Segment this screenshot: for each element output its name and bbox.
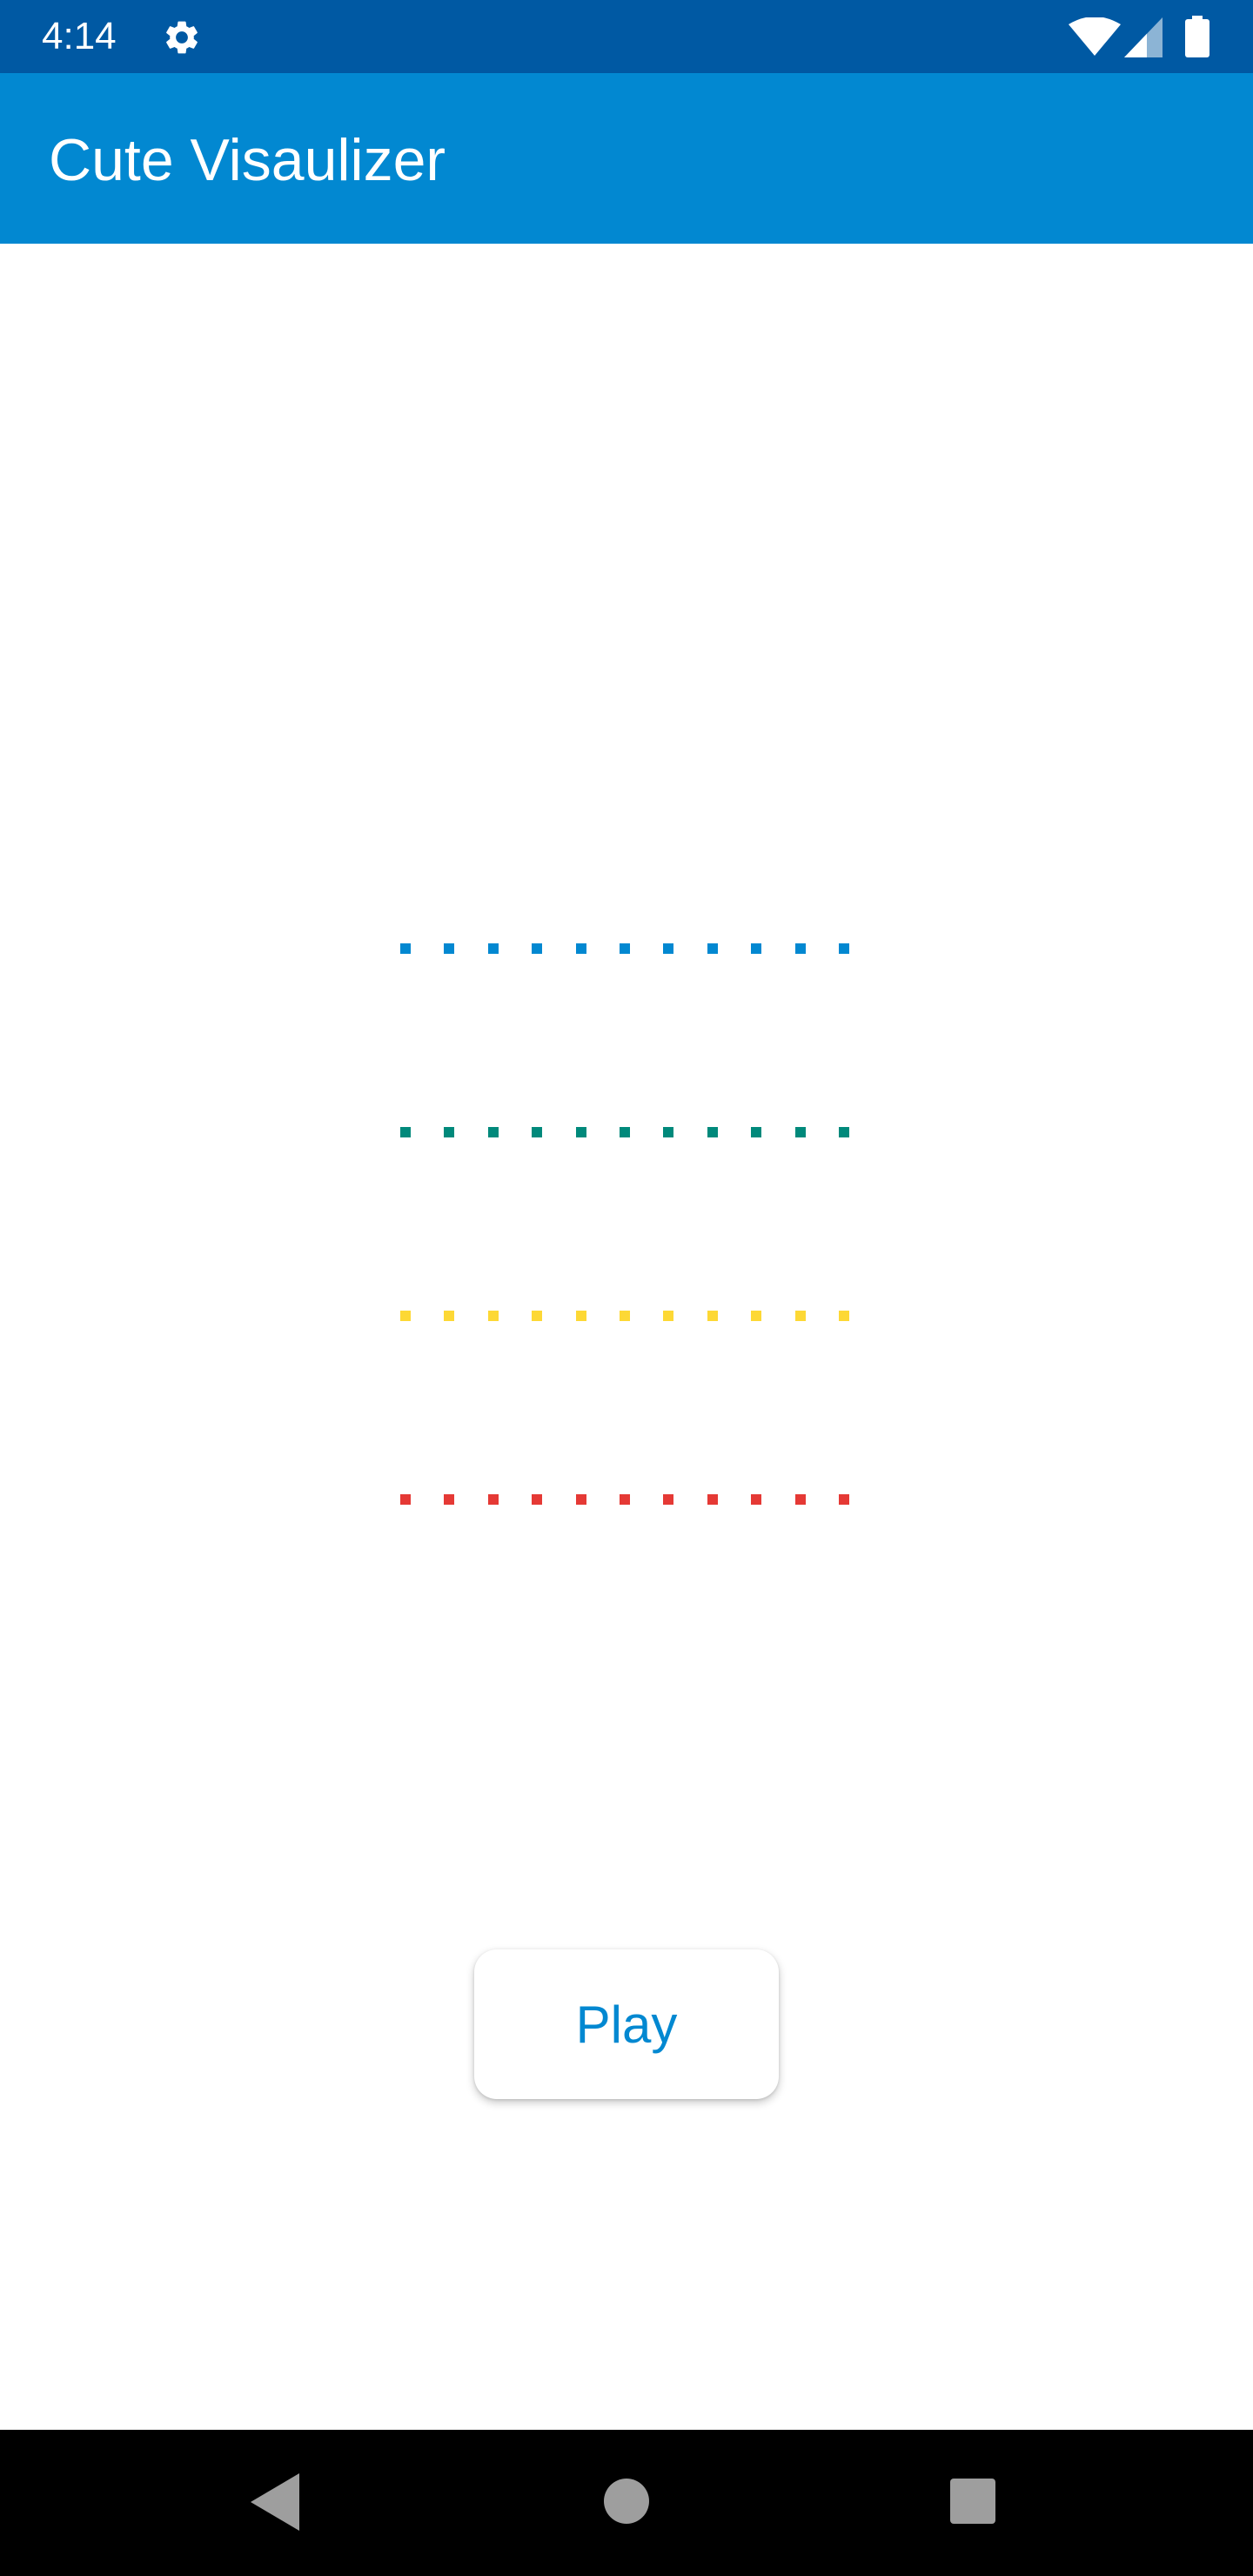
visualizer-dot [488,1494,499,1505]
visualizer-dot [795,1311,806,1321]
visualizer-dot [444,943,454,954]
visualizer-dot [532,1494,542,1505]
visualizer-dot [576,943,586,954]
visualizer-dot [400,943,411,954]
visualizer-dot [839,943,849,954]
visualizer-row-yellow [400,1311,853,1321]
visualizer-dot [663,1311,673,1321]
visualizer-dot [795,943,806,954]
visualizer-dot [707,1494,718,1505]
visualizer-dot [839,1127,849,1137]
app-title: Cute Visaulizer [49,127,446,193]
visualizer-dot [751,1127,761,1137]
visualizer-dot [620,1127,630,1137]
visualizer-dot [751,1311,761,1321]
app-bar: Cute Visaulizer [0,73,1253,244]
visualizer-dot [620,943,630,954]
visualizer-dot [444,1127,454,1137]
visualizer-dot [400,1494,411,1505]
visualizer-dot [400,1311,411,1321]
home-icon[interactable] [604,2479,649,2524]
visualizer-dot [620,1311,630,1321]
navigation-bar [0,2430,1253,2576]
recents-icon[interactable] [950,2479,995,2524]
visualizer-dot [620,1494,630,1505]
visualizer-dot [707,1127,718,1137]
visualizer-dot [576,1127,586,1137]
visualizer-dot [400,1127,411,1137]
visualizer-dot [488,943,499,954]
visualizer-dot [532,1127,542,1137]
play-button[interactable]: Play [474,1949,779,2099]
visualizer-dot [576,1311,586,1321]
visualizer-row-teal [400,1127,853,1137]
back-icon[interactable] [251,2473,299,2531]
visualizer-dot [444,1494,454,1505]
visualizer-dot [839,1311,849,1321]
battery-icon [1185,16,1209,57]
visualizer-dot [576,1494,586,1505]
visualizer-dot [707,1311,718,1321]
visualizer-dot [795,1127,806,1137]
visualizer-dot [751,1494,761,1505]
visualizer-dot [444,1311,454,1321]
status-bar: 4:14 [0,0,1253,73]
visualizer-row-blue [400,943,853,954]
cell-signal-icon [1124,17,1163,57]
wifi-icon [1069,17,1121,56]
visualizer-dot [839,1494,849,1505]
visualizer-dot [707,943,718,954]
status-time: 4:14 [42,15,117,57]
visualizer-dot [532,943,542,954]
main-content: Play [0,244,1253,2430]
visualizer-dot [532,1311,542,1321]
visualizer-dot [795,1494,806,1505]
visualizer-dot [663,943,673,954]
settings-gear-icon [166,21,198,54]
visualizer-row-red [400,1494,853,1505]
visualizer-dot [663,1494,673,1505]
visualizer-dot [488,1127,499,1137]
visualizer-dot [663,1127,673,1137]
visualizer-dot [488,1311,499,1321]
visualizer-dot [751,943,761,954]
